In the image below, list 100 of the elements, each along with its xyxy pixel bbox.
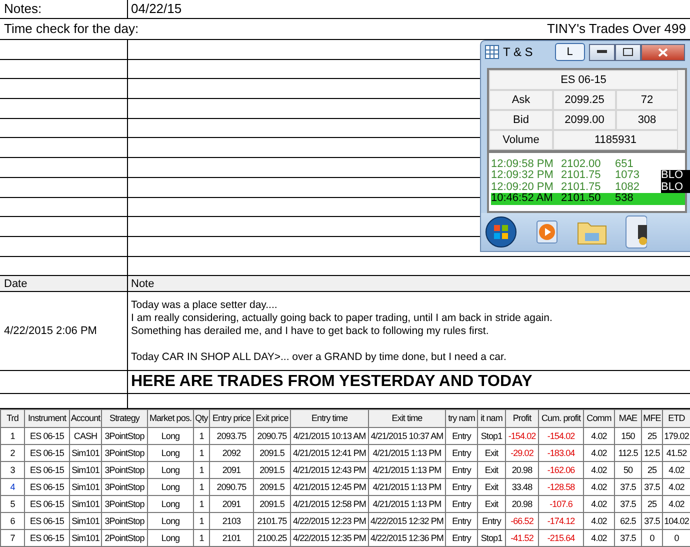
column-header: Note xyxy=(131,278,154,290)
column-header[interactable]: try nam xyxy=(446,409,478,428)
app-icon[interactable] xyxy=(625,214,647,249)
table-cell: 4/21/2015 12:45 PM xyxy=(290,478,368,496)
l-button[interactable]: L xyxy=(554,43,585,62)
table-cell: Sim101 xyxy=(70,444,102,462)
time-check-label: Time check for the day: xyxy=(4,21,139,36)
table-cell: 1 xyxy=(194,427,210,444)
table-cell: 4.02 xyxy=(584,495,614,512)
table-cell: Entry xyxy=(446,478,478,496)
note-text: Today CAR IN SHOP ALL DAY>... over a GRAND by time done, but I need a car. xyxy=(131,350,508,364)
column-header[interactable]: ETD xyxy=(662,409,690,428)
table-cell: Exit xyxy=(478,461,506,478)
column-header[interactable]: it nam xyxy=(478,409,506,428)
table-cell: CASH xyxy=(70,427,102,444)
table-cell: Long xyxy=(148,427,194,444)
column-header[interactable]: Exit time xyxy=(368,409,446,428)
tape-tag: BLO xyxy=(661,182,690,194)
table-cell: 2 xyxy=(0,444,24,462)
column-header[interactable]: Comm xyxy=(584,409,614,428)
play-icon[interactable] xyxy=(535,218,559,245)
table-cell: 12.5 xyxy=(642,444,662,462)
table-cell: 2091.5 xyxy=(254,444,290,462)
table-cell: 4.02 xyxy=(584,461,614,478)
quote-label: Bid xyxy=(489,110,553,130)
table-cell: 2091 xyxy=(210,495,254,512)
table-cell: Long xyxy=(148,461,194,478)
table-cell: 1 xyxy=(194,478,210,496)
column-header[interactable]: Exit price xyxy=(254,409,290,428)
table-cell: 4 xyxy=(0,478,24,496)
table-cell: Entry xyxy=(478,512,506,530)
column-header[interactable]: MAE xyxy=(614,409,642,428)
table-cell: 3PointStop xyxy=(102,444,148,462)
table-cell: 112.5 xyxy=(614,444,642,462)
quote-price: 2099.25 xyxy=(553,90,616,110)
table-cell: 4/21/2015 10:37 AM xyxy=(368,427,446,444)
table-cell: Entry xyxy=(446,444,478,462)
table-cell: Entry xyxy=(446,461,478,478)
table-cell: 50 xyxy=(614,461,642,478)
column-header[interactable]: Account xyxy=(70,409,102,428)
close-button[interactable] xyxy=(640,44,685,61)
table-cell: 3 xyxy=(0,461,24,478)
table-cell: ES 06-15 xyxy=(24,427,70,444)
table-cell: 37.5 xyxy=(642,512,662,530)
table-cell: 2100.25 xyxy=(254,529,290,546)
quote-size: 308 xyxy=(616,110,678,130)
column-header[interactable]: MFE xyxy=(642,409,662,428)
start-orb-icon[interactable] xyxy=(485,216,517,248)
table-cell: 1 xyxy=(194,444,210,462)
window-title: T & S xyxy=(503,45,533,60)
table-cell: 2092 xyxy=(210,444,254,462)
table-cell: 4/21/2015 12:43 PM xyxy=(290,461,368,478)
quote-label: Volume xyxy=(489,130,553,150)
table-cell: 4/21/2015 1:13 PM xyxy=(368,461,446,478)
column-header[interactable]: Trd xyxy=(0,409,24,428)
column-header[interactable]: Instrument xyxy=(24,409,70,428)
table-cell: 2101.75 xyxy=(254,512,290,530)
table-cell: 0 xyxy=(642,529,662,546)
table-cell: 25 xyxy=(642,427,662,444)
column-header[interactable]: Cum. profit xyxy=(538,409,584,428)
column-header[interactable]: Profit xyxy=(506,409,538,428)
table-cell: 33.48 xyxy=(506,478,538,496)
quote-size: 72 xyxy=(616,90,678,110)
table-cell: -66.52 xyxy=(506,512,538,530)
table-cell: 7 xyxy=(0,529,24,546)
table-cell: 1 xyxy=(194,461,210,478)
table-cell: Sim101 xyxy=(70,461,102,478)
table-cell: Long xyxy=(148,495,194,512)
table-cell: Exit xyxy=(478,444,506,462)
table-cell: -174.12 xyxy=(538,512,584,530)
table-cell: 6 xyxy=(0,512,24,530)
notes-date: 04/22/15 xyxy=(131,1,182,16)
table-cell: ES 06-15 xyxy=(24,512,70,530)
column-header[interactable]: Qty xyxy=(194,409,210,428)
column-header[interactable]: Entry price xyxy=(210,409,254,428)
table-cell: Entry xyxy=(446,512,478,530)
table-cell: 2091.5 xyxy=(254,478,290,496)
minimize-button[interactable] xyxy=(588,44,615,61)
volume-value: 1185931 xyxy=(553,130,678,150)
quote-price: 2099.00 xyxy=(553,110,616,130)
table-cell: 4/22/2015 12:35 PM xyxy=(290,529,368,546)
table-cell: 3PointStop xyxy=(102,512,148,530)
table-cell: 150 xyxy=(614,427,642,444)
table-cell: 20.98 xyxy=(506,495,538,512)
column-header[interactable]: Market pos. xyxy=(148,409,194,428)
table-cell: 4/21/2015 10:13 AM xyxy=(290,427,368,444)
column-header[interactable]: Strategy xyxy=(102,409,148,428)
table-cell: 2103 xyxy=(210,512,254,530)
maximize-button[interactable] xyxy=(614,44,641,61)
table-cell: Entry xyxy=(446,427,478,444)
table-cell: 2091 xyxy=(210,461,254,478)
table-cell: 4.02 xyxy=(584,512,614,530)
table-cell: -183.04 xyxy=(538,444,584,462)
table-cell: 20.98 xyxy=(506,461,538,478)
table-cell: 2PointStop xyxy=(102,529,148,546)
column-header[interactable]: Entry time xyxy=(290,409,368,428)
table-cell: 2091.5 xyxy=(254,495,290,512)
instrument-name: ES 06-15 xyxy=(489,70,678,90)
table-cell: -29.02 xyxy=(506,444,538,462)
tape-row: 10:46:52 AM 2101.50 538 xyxy=(491,193,685,205)
